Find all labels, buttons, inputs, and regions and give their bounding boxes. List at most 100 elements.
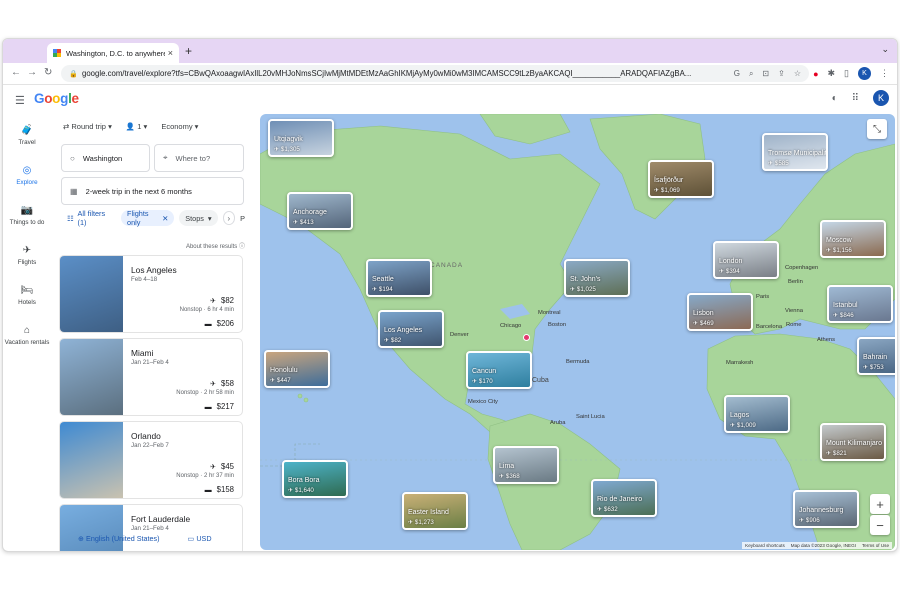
destination-pin[interactable]: Seattle ✈ $194 (366, 259, 432, 297)
pin-destination-name: Lisbon (693, 310, 714, 317)
explore-map[interactable]: CANADA Denver Chicago Montreal Boston Be… (260, 114, 895, 550)
google-logo[interactable]: Google (34, 91, 79, 106)
rail-item-label: Hotels (18, 299, 36, 307)
share-icon[interactable]: ⇪ (778, 69, 785, 79)
chips-scroll-right-icon[interactable]: › (222, 211, 236, 225)
extensions-puzzle-icon[interactable]: ✱ (828, 68, 836, 79)
install-icon[interactable]: ⊡ (762, 69, 769, 79)
rail-item-flights[interactable]: ✈ Flights (3, 236, 51, 276)
pin-price-value: $368 (505, 473, 520, 480)
destination-card[interactable]: Los Angeles Feb 4–18 ✈ $82 Nonstop · 6 hr 4 … (59, 255, 243, 333)
passengers-select[interactable]: 👤 1 ▾ (126, 122, 147, 136)
flight-price: ✈ $45 (210, 462, 234, 471)
rail-item-vacation-rentals[interactable]: ⌂ Vacation rentals (3, 316, 51, 356)
pinterest-extension-icon[interactable]: ● (813, 69, 818, 79)
forward-arrow-icon[interactable]: → (27, 67, 37, 78)
keyboard-shortcuts-link[interactable]: Keyboard shortcuts (745, 543, 785, 548)
language-button[interactable]: ⊕ English (United States) (78, 534, 160, 543)
pin-destination-name: Tromsø Municipality (768, 150, 828, 157)
rail-item-explore[interactable]: ◎ Explore (3, 156, 51, 196)
tab-search-icon[interactable]: ⌄ (881, 44, 889, 55)
dark-mode-icon[interactable]: ◐ (832, 93, 838, 104)
zoom-in-button[interactable]: + (870, 494, 890, 514)
destination-pin[interactable]: Utqiagvik ✈ $1,305 (268, 119, 334, 157)
rail-item-things-to-do[interactable]: 📷 Things to do (3, 196, 51, 236)
rail-item-label: Flights (17, 259, 37, 267)
currency-button[interactable]: ▭ USD (188, 534, 212, 543)
destination-pin[interactable]: Istanbul ✈ $846 (827, 285, 893, 323)
terms-of-use-link[interactable]: Terms of Use (862, 543, 889, 548)
plane-icon: ✈ (570, 286, 577, 293)
destination-pin[interactable]: Los Angeles ✈ $82 (378, 310, 444, 348)
destination-pin[interactable]: Bahrain ✈ $753 (857, 337, 895, 375)
dates-field[interactable]: ▦ 2-week trip in the next 6 months (61, 177, 244, 205)
origin-field[interactable]: ○ Washington (61, 144, 150, 172)
bed-icon: 🛏 (20, 284, 34, 296)
stops-chip[interactable]: Stops ▾ (179, 210, 218, 226)
rail-item-travel[interactable]: 🧳 Travel (3, 116, 51, 156)
reload-icon[interactable]: ↻ (44, 67, 52, 78)
side-panel-icon[interactable]: ▯ (844, 68, 849, 79)
account-avatar[interactable]: K (873, 90, 889, 106)
plane-icon: ✈ (384, 337, 391, 344)
destination-pin[interactable]: Bora Bora ✈ $1,640 (282, 460, 348, 498)
destination-pin[interactable]: Honolulu ✈ $447 (264, 350, 330, 388)
destination-card[interactable]: Miami Jan 21–Feb 4 ✈ $58 Nonstop · 2 hr 58 m… (59, 338, 243, 416)
about-results-link[interactable]: About these results ⓘ (186, 241, 245, 250)
main-menu-icon[interactable]: ☰ (15, 94, 25, 107)
all-filters-chip[interactable]: ☷ All filters (1) (61, 209, 116, 227)
back-arrow-icon[interactable]: ← (11, 67, 21, 78)
destination-pin[interactable]: Ísafjörður ✈ $1,069 (648, 160, 714, 198)
destination-placeholder: Where to? (175, 153, 211, 163)
destination-photo (60, 422, 123, 498)
new-tab-icon[interactable]: + (185, 44, 192, 58)
zoom-out-button[interactable]: − (870, 515, 890, 535)
fullscreen-icon[interactable]: ⤡ (867, 119, 887, 139)
destination-pin[interactable]: Cancun ✈ $170 (466, 351, 532, 389)
destination-pin[interactable]: London ✈ $394 (713, 241, 779, 279)
destination-pin[interactable]: Tromsø Municipality ✈ $585 (762, 133, 828, 171)
destination-pin[interactable]: Johannesburg ✈ $906 (793, 490, 859, 528)
pin-price: ✈ $632 (597, 506, 618, 513)
address-bar[interactable]: 🔒 google.com/travel/explore?tfs=CBwQAxoa… (61, 65, 809, 82)
destination-field[interactable]: ⌖ Where to? (154, 144, 244, 172)
rail-item-label: Travel (18, 139, 36, 147)
hotel-price-value: $217 (216, 402, 234, 411)
destination-card[interactable]: Fort Lauderdale Jan 21–Feb 4 (59, 504, 243, 551)
pin-destination-name: Moscow (826, 237, 852, 244)
destination-pin[interactable]: Anchorage ✈ $413 (287, 192, 353, 230)
trip-type-select[interactable]: ⇄ Round trip ▾ (63, 122, 112, 136)
side-nav-rail: 🧳 Travel ◎ Explore 📷 Things to do ✈ Flights 🛏 Hot… (3, 116, 51, 356)
cabin-select[interactable]: Economy ▾ (161, 122, 198, 136)
browser-tab[interactable]: Washington, D.C. to anywhere × (47, 43, 179, 63)
destination-pin[interactable]: St. John's ✈ $1,025 (564, 259, 630, 297)
zoom-icon[interactable]: ⌕ (749, 69, 753, 79)
pin-price: ✈ $585 (768, 160, 789, 167)
apps-grid-icon[interactable]: ⠿ (852, 93, 859, 104)
dates-value: 2-week trip in the next 6 months (85, 186, 192, 196)
cabin-value: Economy (161, 122, 193, 131)
destination-pin[interactable]: Lisbon ✈ $469 (687, 293, 753, 331)
rail-item-hotels[interactable]: 🛏 Hotels (3, 276, 51, 316)
destination-pin[interactable]: Easter Island ✈ $1,273 (402, 492, 468, 530)
tab-strip: Washington, D.C. to anywhere × + ⌄ (3, 39, 897, 63)
destination-pin[interactable]: Lagos ✈ $1,009 (724, 395, 790, 433)
destination-pin[interactable]: Rio de Janeiro ✈ $632 (591, 479, 657, 517)
destination-pin[interactable]: Lima ✈ $368 (493, 446, 559, 484)
tab-close-icon[interactable]: × (168, 48, 173, 58)
destination-pin[interactable]: Moscow ✈ $1,156 (820, 220, 886, 258)
destination-photo (60, 256, 123, 332)
browser-menu-icon[interactable]: ⋮ (880, 68, 889, 79)
destination-pin[interactable]: Mount Kilimanjaro ✈ $821 (820, 423, 886, 461)
flights-only-chip[interactable]: Flights only ✕ (121, 209, 175, 227)
profile-avatar[interactable]: K (858, 67, 871, 80)
map-attribution: Keyboard shortcuts Map data ©2023 Google… (742, 542, 892, 549)
google-lens-icon[interactable]: G (734, 69, 740, 79)
chip-close-icon[interactable]: ✕ (162, 214, 168, 223)
pin-price-value: $585 (774, 160, 789, 167)
bookmark-star-icon[interactable]: ☆ (794, 69, 801, 79)
destination-card[interactable]: Orlando Jan 22–Feb 7 ✈ $45 Nonstop · 2 hr 37… (59, 421, 243, 499)
plane-icon: ✈ (730, 422, 737, 429)
url-text: google.com/travel/explore?tfs=CBwQAxoaag… (82, 69, 692, 78)
pin-destination-name: Mount Kilimanjaro (826, 440, 883, 447)
